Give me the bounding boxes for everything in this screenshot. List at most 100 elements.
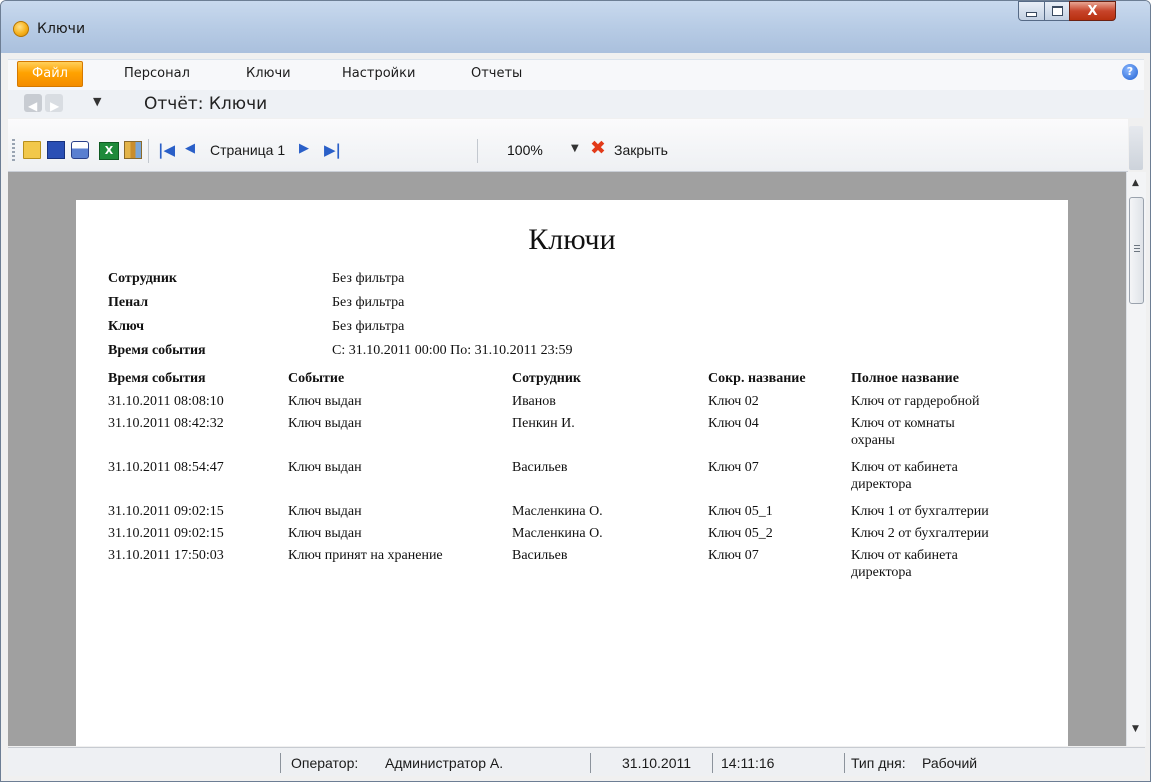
column-header-full-name: Полное название — [851, 371, 959, 386]
cell-short-name: Ключ 04 — [708, 416, 759, 431]
close-window-button[interactable]: X — [1069, 1, 1116, 21]
status-operator-value: Администратор А. — [385, 755, 504, 771]
column-header-employee: Сотрудник — [512, 371, 581, 386]
status-date: 31.10.2011 — [622, 755, 692, 771]
cell-short-name: Ключ 02 — [708, 394, 759, 409]
cell-short-name: Ключ 07 — [708, 548, 759, 563]
cell-time: 31.10.2011 08:08:10 — [108, 394, 224, 409]
cell-time: 31.10.2011 09:02:15 — [108, 526, 224, 541]
cell-short-name: Ключ 07 — [708, 460, 759, 475]
minimize-button[interactable] — [1018, 1, 1045, 21]
toolbar-separator — [477, 139, 478, 163]
last-page-icon[interactable]: ▶| — [324, 141, 342, 159]
filter-value: С: 31.10.2011 00:00 По: 31.10.2011 23:59 — [332, 343, 573, 358]
cell-full-name: Ключ от комнаты — [851, 416, 955, 431]
cell-short-name: Ключ 05_1 — [708, 504, 773, 519]
menu-reports[interactable]: Отчеты — [471, 66, 522, 81]
cell-event: Ключ принят на хранение — [288, 548, 443, 563]
cell-time: 31.10.2011 17:50:03 — [108, 548, 224, 563]
back-button[interactable]: ◀ — [24, 94, 42, 113]
next-page-icon[interactable]: ▶ — [299, 141, 317, 159]
cell-full-name: охраны — [851, 433, 895, 448]
column-header-time: Время события — [108, 371, 206, 386]
status-day-value: Рабочий — [922, 755, 978, 771]
scroll-down-icon[interactable]: ▼ — [1132, 724, 1139, 734]
close-report-icon[interactable]: ✖ — [590, 139, 606, 158]
menu-bar: Файл Персонал Ключи Настройки Отчеты ? — [8, 59, 1144, 90]
close-report-button[interactable]: Закрыть — [614, 142, 668, 158]
cell-time: 31.10.2011 09:02:15 — [108, 504, 224, 519]
report-page: Ключи Сотрудник Без фильтра Пенал Без фи… — [76, 200, 1068, 746]
zoom-select[interactable]: 100% — [483, 138, 571, 162]
prev-page-icon[interactable]: ◀ — [185, 141, 203, 159]
cell-full-name: Ключ от кабинета — [851, 548, 958, 563]
cell-event: Ключ выдан — [288, 416, 362, 431]
cell-full-name: директора — [851, 477, 912, 492]
save-icon[interactable] — [47, 141, 65, 159]
menu-settings[interactable]: Настройки — [342, 66, 415, 81]
status-separator — [844, 753, 845, 773]
filter-label: Сотрудник — [108, 271, 177, 286]
cell-event: Ключ выдан — [288, 504, 362, 519]
filter-label: Пенал — [108, 295, 149, 310]
menu-file[interactable]: Файл — [17, 61, 83, 87]
cell-short-name: Ключ 05_2 — [708, 526, 773, 541]
report-title: Ключи — [528, 223, 616, 256]
navigation-bar: ◀ ▶ ▼ Отчёт: Ключи — [8, 90, 1144, 118]
cell-time: 31.10.2011 08:54:47 — [108, 460, 224, 475]
column-header-short-name: Сокр. название — [708, 371, 806, 386]
report-viewport: Ключи Сотрудник Без фильтра Пенал Без фи… — [8, 172, 1126, 746]
cell-full-name: Ключ 1 от бухгалтерии — [851, 504, 989, 519]
cell-employee: Васильев — [512, 548, 568, 563]
menu-keys[interactable]: Ключи — [246, 66, 291, 81]
scrollbar-grip — [1134, 245, 1140, 253]
cell-employee: Масленкина О. — [512, 526, 603, 541]
maximize-button[interactable] — [1044, 1, 1070, 21]
cell-employee: Масленкина О. — [512, 504, 603, 519]
history-dropdown-icon[interactable]: ▼ — [93, 95, 101, 108]
cell-employee: Пенкин И. — [512, 416, 575, 431]
filter-value: Без фильтра — [332, 271, 405, 286]
cell-full-name: Ключ 2 от бухгалтерии — [851, 526, 989, 541]
app-window: Ключи X Файл Персонал Ключи Настройки От… — [0, 0, 1151, 782]
vertical-scrollbar[interactable]: ▲ ▼ — [1126, 172, 1146, 746]
help-icon[interactable]: ? — [1122, 64, 1138, 80]
status-time: 14:11:16 — [721, 755, 775, 771]
status-operator-label: Оператор: — [291, 755, 359, 771]
toolbar-grip — [12, 139, 15, 163]
open-folder-icon[interactable] — [23, 141, 41, 159]
cell-full-name: Ключ от кабинета — [851, 460, 958, 475]
toolbar-separator — [148, 139, 149, 163]
forward-arrow-icon: ▶ — [50, 99, 60, 113]
zoom-dropdown-icon[interactable]: ▼ — [571, 143, 579, 154]
page-indicator: Страница 1 — [210, 142, 286, 158]
report-toolbar: X |◀ ◀ Страница 1 ▶ ▶| 100% ▼ ✖ Закрыть — [8, 119, 1128, 172]
window-title: Ключи — [37, 21, 86, 37]
status-separator — [590, 753, 591, 773]
library-icon[interactable] — [124, 141, 142, 159]
minimize-icon — [1026, 11, 1037, 17]
status-separator — [280, 753, 281, 773]
app-icon — [13, 21, 29, 37]
filter-value: Без фильтра — [332, 295, 405, 310]
filter-label: Ключ — [108, 319, 145, 334]
title-bar: Ключи X — [1, 1, 1150, 53]
close-window-icon: X — [1087, 3, 1098, 19]
scrollbar-thumb[interactable] — [1129, 197, 1144, 304]
status-bar: Оператор: Администратор А. 31.10.2011 14… — [8, 747, 1145, 776]
filter-label: Время события — [108, 343, 206, 358]
maximize-icon — [1051, 6, 1063, 16]
forward-button[interactable]: ▶ — [45, 94, 63, 113]
column-header-event: Событие — [288, 371, 345, 386]
cell-full-name: директора — [851, 565, 912, 580]
menu-personnel[interactable]: Персонал — [124, 66, 190, 81]
print-icon[interactable] — [71, 141, 89, 159]
cell-event: Ключ выдан — [288, 526, 362, 541]
cell-full-name: Ключ от гардеробной — [851, 394, 980, 409]
scroll-up-icon[interactable]: ▲ — [1132, 178, 1139, 188]
cell-time: 31.10.2011 08:42:32 — [108, 416, 224, 431]
toolbar-overflow-button[interactable] — [1129, 126, 1143, 170]
status-separator — [712, 753, 713, 773]
excel-export-icon[interactable]: X — [99, 142, 119, 160]
first-page-icon[interactable]: |◀ — [158, 141, 176, 159]
